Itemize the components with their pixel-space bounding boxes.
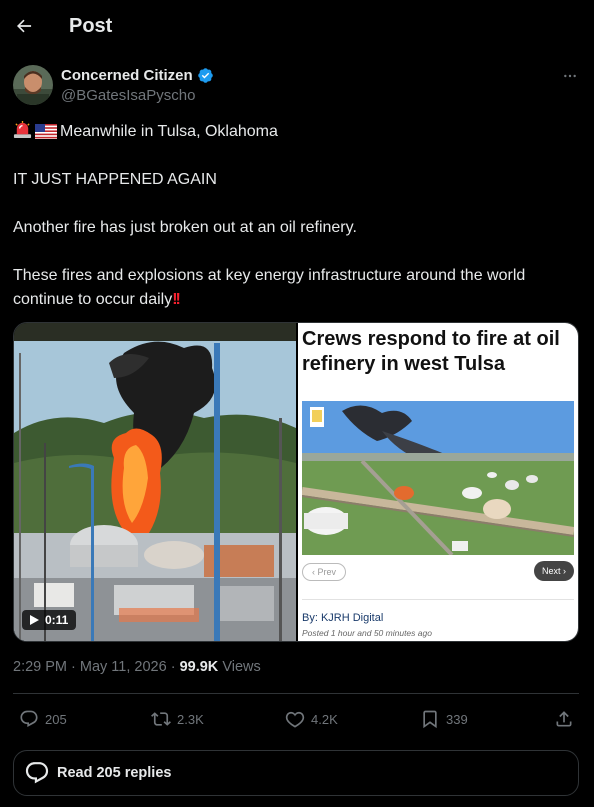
read-replies-label: Read 205 replies	[57, 765, 172, 781]
post-meta: 2:29 PM · May 11, 2026 · 99.9K Views	[13, 659, 261, 675]
post-text-line: Meanwhile in Tulsa, Oklahoma	[13, 120, 583, 144]
post-text: Meanwhile in Tulsa, Oklahoma IT JUST HAP…	[13, 120, 583, 312]
chevron-right-icon: ›	[560, 566, 566, 576]
divider	[302, 599, 574, 600]
post-text-line-3: Another fire has just broken out at an o…	[13, 219, 357, 236]
bookmark-count: 339	[446, 711, 468, 727]
post-text-line-1: Meanwhile in Tulsa, Oklahoma	[60, 123, 278, 140]
video-duration-badge: 0:11	[22, 610, 77, 630]
play-icon	[30, 615, 39, 625]
repost-count: 2.3K	[177, 711, 204, 727]
repost-button[interactable]: 2.3K	[151, 704, 204, 734]
post-text-line-5-wrap: continue to occur daily!!	[13, 288, 583, 312]
share-icon	[556, 711, 572, 727]
us-flag-emoji	[35, 124, 57, 139]
reply-count: 205	[45, 711, 67, 727]
news-headline: Crews respond to fire at oil refinery in…	[302, 328, 560, 375]
news-posted-time: Posted 1 hour and 50 minutes ago	[302, 628, 432, 638]
rotating-light-emoji	[13, 120, 32, 139]
post-date[interactable]: May 11, 2026	[80, 659, 167, 675]
like-count: 4.2K	[311, 711, 338, 727]
next-button[interactable]: Next ›	[533, 561, 574, 581]
divider	[13, 693, 579, 694]
reply-button[interactable]: 205	[19, 704, 67, 734]
next-label: Next	[541, 566, 561, 576]
top-bar: Post	[0, 0, 594, 54]
display-name[interactable]: Concerned Citizen	[61, 67, 193, 84]
views-label: Views	[222, 659, 261, 675]
prev-button[interactable]: ‹ Prev	[302, 563, 347, 581]
video-duration: 0:11	[45, 613, 69, 627]
post-text-line-4: These fires and explosions at key energy…	[13, 267, 526, 284]
reply-icon	[20, 710, 38, 727]
video-thumbnail[interactable]: 0:11	[14, 323, 296, 641]
views-count: 99.9K	[179, 659, 219, 675]
heart-icon	[285, 711, 305, 728]
post-text-line-2: IT JUST HAPPENED AGAIN	[13, 171, 217, 188]
post-author: Concerned Citizen @BGatesIsaPyscho	[13, 64, 581, 108]
reply-bubble-icon	[25, 762, 49, 784]
share-button[interactable]	[554, 704, 574, 734]
repost-icon	[151, 712, 171, 726]
arrow-left-icon	[17, 19, 32, 33]
bookmark-icon	[423, 710, 437, 729]
action-bar: 205 2.3K 4.2K 339	[13, 704, 579, 734]
bookmark-button[interactable]: 339	[420, 704, 468, 734]
news-byline: By: KJRH Digital	[302, 612, 384, 624]
more-options-button[interactable]	[559, 66, 581, 86]
verified-badge-icon	[197, 68, 213, 83]
avatar[interactable]	[13, 65, 53, 105]
more-horizontal-icon	[564, 74, 576, 78]
post-text-line-5: continue to occur daily	[13, 291, 173, 308]
news-screenshot[interactable]: Crews respond to fire at oil refinery in…	[298, 323, 578, 641]
name-line: Concerned Citizen	[61, 67, 214, 84]
post-time[interactable]: 2:29 PM	[13, 659, 67, 675]
media-grid: 0:11 Crews respond to fire at oil refine…	[13, 322, 579, 642]
news-photo	[302, 401, 574, 555]
like-button[interactable]: 4.2K	[285, 704, 338, 734]
user-handle[interactable]: @BGatesIsaPyscho	[61, 87, 195, 104]
double-exclamation-emoji: !!	[172, 291, 181, 308]
back-button[interactable]	[10, 12, 38, 40]
prev-label: Prev	[317, 567, 337, 577]
page-title: Post	[69, 15, 113, 37]
read-replies-button[interactable]: Read 205 replies	[13, 750, 579, 796]
